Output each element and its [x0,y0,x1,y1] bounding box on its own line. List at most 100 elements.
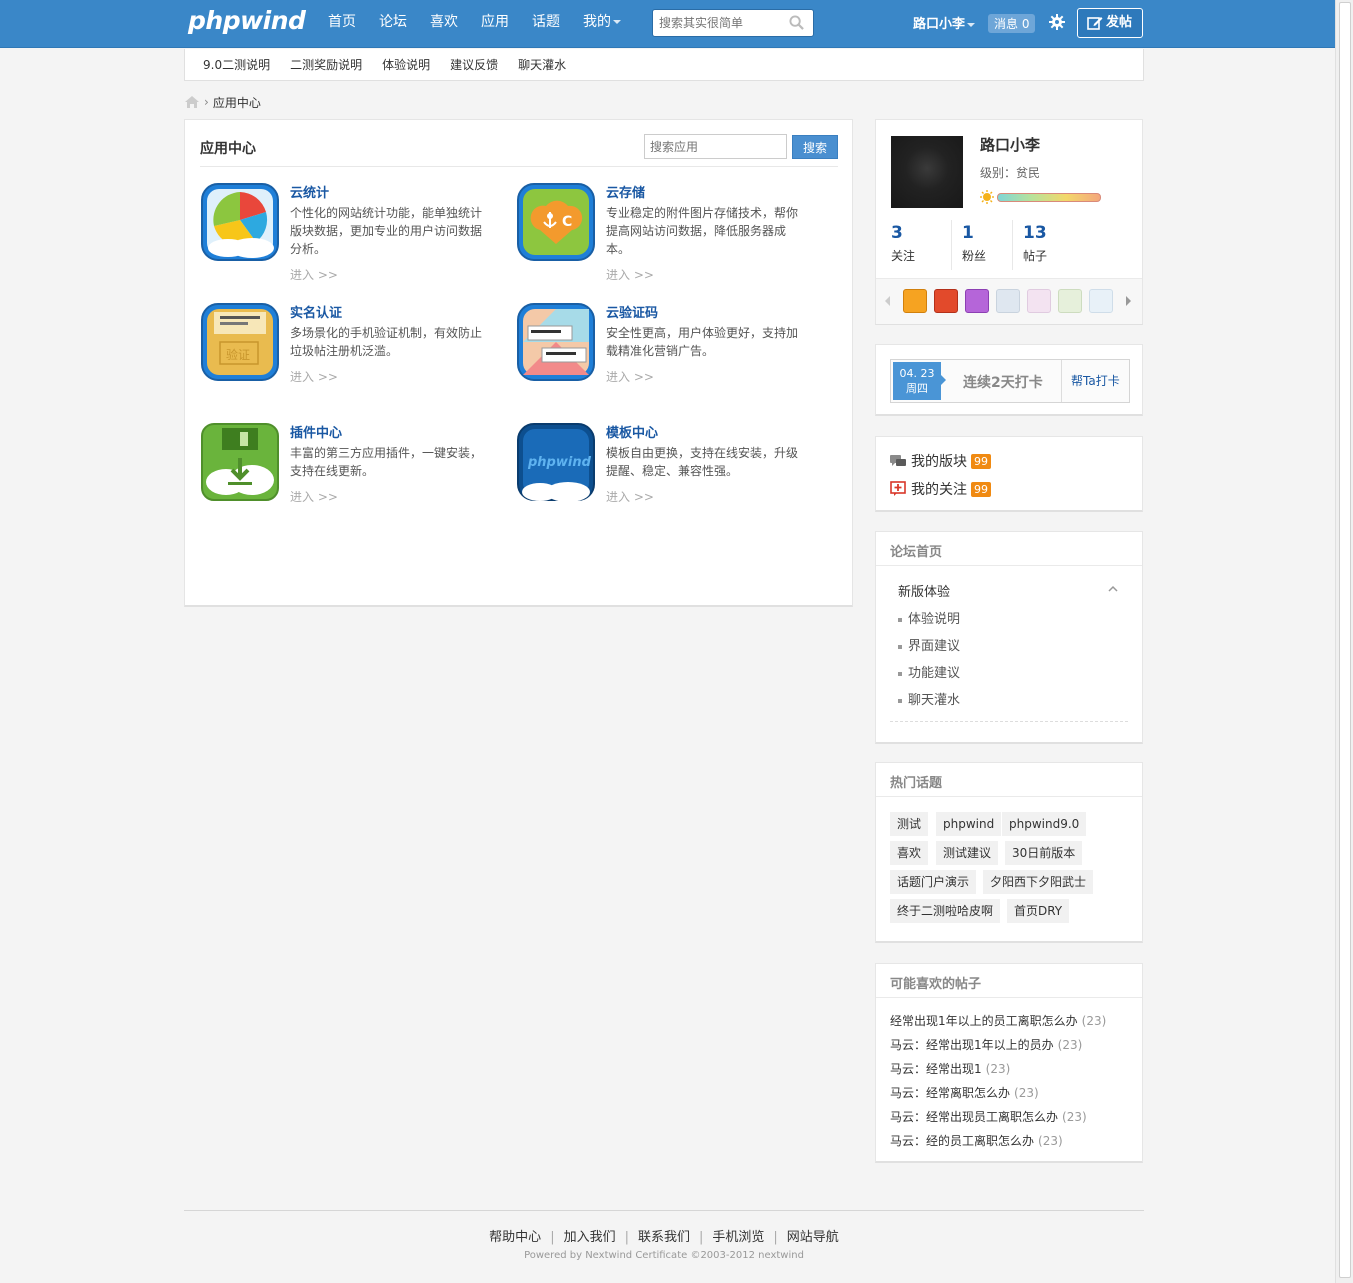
topic-tag[interactable]: 首页DRY [1007,899,1070,923]
topic-tag[interactable]: 夕阳西下夕阳武士 [983,870,1094,894]
subnav-item[interactable]: 二测奖励说明 [290,49,362,80]
stat-following[interactable]: 3 关注 [891,220,952,270]
forum-item[interactable]: 聊天灌水 [898,689,960,708]
footer-link-sitemap[interactable]: 网站导航 [787,1230,839,1245]
scrollbar-thumb[interactable] [1339,2,1351,1278]
app-enter-link[interactable]: 进入 >> [290,266,338,283]
post-title: 马云：经常出现1年以上的员办 [890,1038,1054,1052]
house-medal-icon[interactable] [903,289,927,313]
search-icon[interactable] [789,15,804,30]
home-icon[interactable] [184,95,200,109]
nav-forum[interactable]: 论坛 [379,0,407,44]
divider [876,796,1142,797]
nav-apps[interactable]: 应用 [481,0,509,44]
app-search-input[interactable] [645,135,786,158]
chevron-right-icon[interactable] [1126,296,1131,306]
logo[interactable]: phpwind [188,6,306,35]
subnav-item[interactable]: 9.0二测说明 [203,49,270,80]
gear-icon[interactable] [1049,14,1065,30]
forum-group-header[interactable]: 新版体验 [898,581,950,600]
topic-tag[interactable]: 测试建议 [936,841,999,865]
double-chevron-right-icon: >> [630,490,654,504]
global-search-input[interactable] [653,10,779,36]
app-name[interactable]: 实名认证 [290,302,342,321]
footer-link-contact[interactable]: 联系我们 [638,1230,690,1245]
topic-tag[interactable]: 话题门户演示 [890,870,977,894]
app-enter-link[interactable]: 进入 >> [290,368,338,385]
topic-tag[interactable]: phpwind [936,812,1002,836]
nav-topics[interactable]: 话题 [532,0,560,44]
stat-label: 帖子 [1023,249,1048,263]
profile-name[interactable]: 路口小李 [980,134,1040,155]
footer-link-help[interactable]: 帮助中心 [489,1230,541,1245]
app-name[interactable]: 插件中心 [290,422,342,441]
nav-home[interactable]: 首页 [328,0,356,44]
recommended-post[interactable]: 马云：经常出现1 (23) [890,1060,1010,1077]
nav-likes[interactable]: 喜欢 [430,0,458,44]
medal-icon[interactable] [996,289,1020,313]
app-enter-link[interactable]: 进入 >> [606,266,654,283]
recommended-post[interactable]: 马云：经常出现员工离职怎么办 (23) [890,1108,1087,1125]
topic-tag[interactable]: 30日前版本 [1005,841,1083,865]
app-name[interactable]: 云统计 [290,182,329,201]
medal-icon[interactable] [1058,289,1082,313]
app-enter-label: 进入 [606,490,631,504]
section-title: 热门话题 [890,776,943,791]
my-follows-link[interactable]: 我的关注 99 [890,479,991,499]
topic-tag[interactable]: 测试 [890,812,929,836]
recommended-posts-card: 可能喜欢的帖子 经常出现1年以上的员工离职怎么办 (23) 马云：经常出现1年以上… [875,963,1143,1163]
app-name[interactable]: 云验证码 [606,302,658,321]
app-description: 专业稳定的附件图片存储技术，帮你提高网站访问数据，降低服务器成本。 [606,206,799,256]
footer-divider [184,1210,1144,1211]
forum-item[interactable]: 界面建议 [898,635,960,654]
recommended-post[interactable]: 马云：经的员工离职怎么办 (23) [890,1132,1063,1149]
app-name[interactable]: 云存储 [606,182,645,201]
app-card: 云验证码 安全性更高，用户体验更好，支持加载精准化营销广告。 进入 >> [516,302,816,412]
footer-separator: | [624,1230,629,1245]
chevron-left-icon[interactable] [885,296,890,306]
medal-icon[interactable] [1089,289,1113,313]
footer-link-mobile[interactable]: 手机浏览 [712,1230,764,1245]
star-medal-icon[interactable] [965,289,989,313]
avatar[interactable] [891,136,963,208]
sofa-medal-icon[interactable] [934,289,958,313]
pie-chart-icon[interactable] [200,182,280,262]
app-card: 云统计 个性化的网站统计功能，能单独统计版块数据，更加专业的用户访问数据分析。 … [200,182,500,292]
chevron-up-icon[interactable] [1108,585,1118,593]
topic-tag[interactable]: 终于二测啦哈皮啊 [890,899,1001,923]
subnav-item[interactable]: 建议反馈 [450,49,498,80]
download-icon[interactable] [200,422,280,502]
section-title[interactable]: 论坛首页 [890,541,942,560]
vertical-scrollbar[interactable] [1335,0,1353,1283]
recommended-post[interactable]: 经常出现1年以上的员工离职怎么办 (23) [890,1012,1106,1029]
recommended-post[interactable]: 马云：经常离职怎么办 (23) [890,1084,1039,1101]
my-boards-link[interactable]: 我的版块 99 [890,451,991,471]
crown-medal-icon[interactable] [1027,289,1051,313]
forum-item[interactable]: 体验说明 [898,608,960,627]
footer-link-join[interactable]: 加入我们 [564,1230,616,1245]
forum-item[interactable]: 功能建议 [898,662,960,681]
app-search-button[interactable]: 搜索 [792,135,838,159]
subnav-item[interactable]: 体验说明 [382,49,430,80]
app-enter-link[interactable]: 进入 >> [606,368,654,385]
topic-tag[interactable]: 喜欢 [890,841,929,865]
stat-posts[interactable]: 13 帖子 [1013,220,1074,270]
captcha-icon[interactable] [516,302,596,382]
stat-fans[interactable]: 1 粉丝 [952,220,1013,270]
help-checkin-button[interactable]: 帮Ta打卡 [1061,360,1120,402]
recommended-post[interactable]: 马云：经常出现1年以上的员办 (23) [890,1036,1082,1053]
app-enter-link[interactable]: 进入 >> [606,488,654,505]
messages-badge[interactable]: 消息 0 [988,14,1036,33]
stat-label: 关注 [891,249,916,263]
nav-mine[interactable]: 我的 [583,0,621,44]
post-button[interactable]: 发帖 [1077,8,1143,38]
id-card-icon[interactable]: 验证 [200,302,280,382]
cloud-storage-icon[interactable]: C [516,182,596,262]
template-icon[interactable]: phpwind [516,422,596,502]
user-menu[interactable]: 路口小李 [913,13,976,32]
app-enter-link[interactable]: 进入 >> [290,488,338,505]
chevron-down-icon [967,22,976,27]
app-name[interactable]: 模板中心 [606,422,658,441]
subnav-item[interactable]: 聊天灌水 [518,49,566,80]
topic-tag[interactable]: phpwind9.0 [1002,812,1087,836]
